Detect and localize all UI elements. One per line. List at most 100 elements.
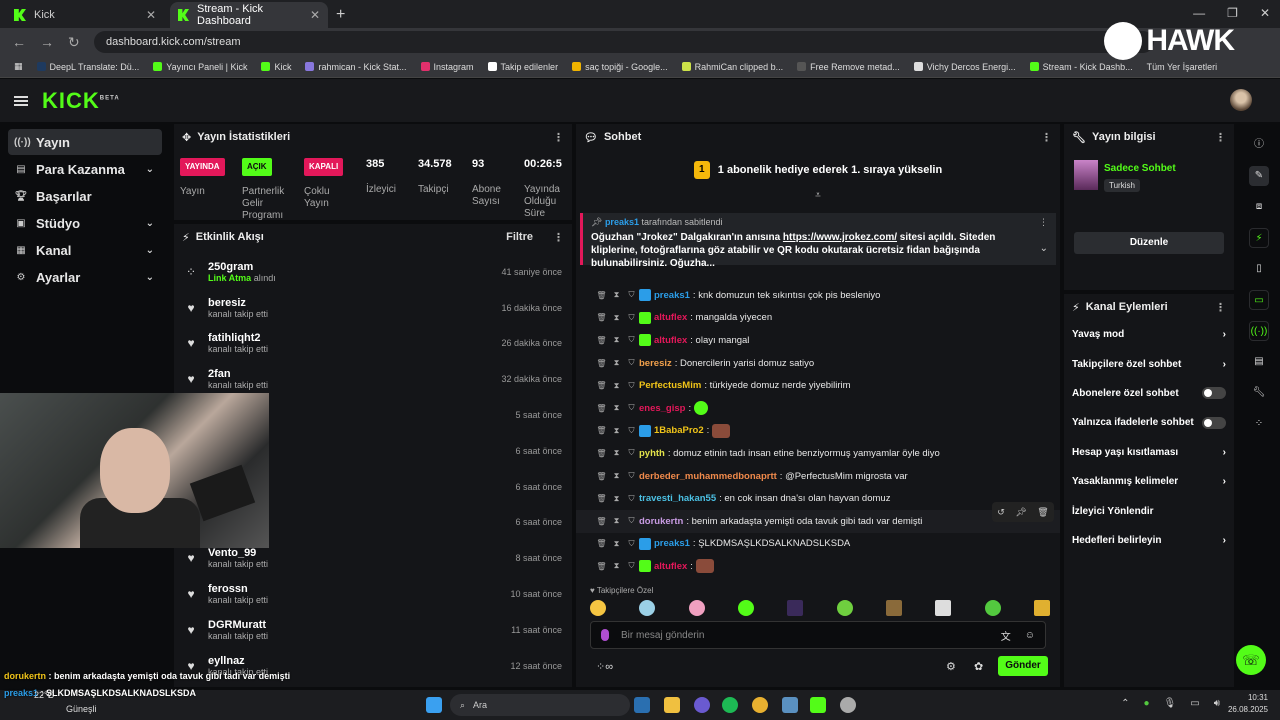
delete-icon[interactable]: 🗑︎ bbox=[594, 313, 609, 322]
bookmark[interactable]: Instagram bbox=[420, 62, 474, 72]
ban-icon[interactable]: ⛉ bbox=[624, 335, 639, 345]
ban-icon[interactable]: ⛉ bbox=[624, 290, 639, 300]
share-icon[interactable]: ⁘ bbox=[1249, 414, 1269, 434]
status-icon[interactable]: ● bbox=[1143, 698, 1149, 709]
action-account-age[interactable]: Hesap yaşı kısıtlaması › bbox=[1064, 438, 1234, 467]
emote-button[interactable] bbox=[885, 600, 902, 616]
ban-icon[interactable]: ⛉ bbox=[624, 313, 639, 323]
chat-icon[interactable]: ▭ bbox=[1249, 290, 1269, 310]
channel-points-icon[interactable]: ⁘∞ bbox=[596, 661, 613, 673]
timeout-icon[interactable]: ⧗ bbox=[609, 290, 624, 300]
spotify-icon[interactable] bbox=[722, 697, 738, 713]
browser-tab-dashboard[interactable]: Stream - Kick Dashboard ✕ bbox=[170, 2, 328, 28]
forward-icon[interactable]: → bbox=[40, 34, 56, 50]
emote-button[interactable] bbox=[590, 600, 606, 616]
bookmark[interactable]: saç topiği - Google... bbox=[572, 62, 668, 72]
microphone-icon[interactable]: 🎙︎ bbox=[1164, 698, 1177, 709]
ban-icon[interactable]: ⛉ bbox=[624, 516, 639, 526]
pinned-by-user[interactable]: preaks1 bbox=[605, 217, 639, 227]
new-tab-icon[interactable]: + bbox=[336, 2, 345, 28]
info-icon[interactable]: ⓘ bbox=[1249, 135, 1269, 155]
network-icon[interactable]: ▭ bbox=[1190, 698, 1199, 709]
more-options-icon[interactable]: ⋮ bbox=[1039, 217, 1048, 228]
app-icon[interactable] bbox=[782, 697, 798, 713]
kick-logo[interactable]: KICKBETA bbox=[42, 88, 120, 114]
taskbar-search[interactable]: ⌕ Ara bbox=[450, 694, 630, 716]
chat-username[interactable]: beresiz bbox=[639, 358, 672, 369]
broadcast-icon[interactable]: ((·)) bbox=[1249, 321, 1269, 341]
chat-username[interactable]: altuflex bbox=[654, 561, 687, 572]
document-icon[interactable]: ▯ bbox=[1249, 259, 1269, 279]
bookmark[interactable]: Stream - Kick Dashb... bbox=[1029, 62, 1133, 72]
ban-icon[interactable]: ⛉ bbox=[624, 381, 639, 391]
chat-username[interactable]: dorukertn bbox=[639, 516, 683, 527]
delete-icon[interactable]: 🗑︎ bbox=[594, 426, 609, 435]
chat-message[interactable]: 🗑︎ ⧗ ⛉ pyhth: domuz etinin tadı insan etine… bbox=[576, 442, 1060, 465]
wrench-icon[interactable]: 🔧︎ bbox=[1249, 383, 1269, 403]
delete-icon[interactable]: 🗑︎ bbox=[594, 404, 609, 413]
emote-button[interactable] bbox=[984, 600, 1001, 616]
delete-icon[interactable]: 🗑︎ bbox=[594, 381, 609, 390]
more-options-icon[interactable]: ⋮ bbox=[553, 131, 564, 144]
more-options-icon[interactable]: ⋮ bbox=[1041, 131, 1052, 144]
pinned-message[interactable]: 📌︎ preaks1 tarafından sabitlendi ⋮ Oğuzha… bbox=[580, 213, 1056, 269]
window-close-icon[interactable]: ✕ bbox=[1260, 6, 1270, 20]
emote-button[interactable] bbox=[787, 600, 804, 616]
chat-username[interactable]: preaks1 bbox=[654, 538, 690, 549]
chat-username[interactable]: preaks1 bbox=[654, 290, 690, 301]
lightning-icon[interactable]: ⚡ bbox=[1249, 228, 1269, 248]
ban-icon[interactable]: ⛉ bbox=[624, 494, 639, 504]
discord-icon[interactable] bbox=[694, 697, 710, 713]
sidebar-item-basarilar[interactable]: 🏆︎ Başarılar bbox=[8, 183, 162, 209]
ban-icon[interactable]: ⛉ bbox=[624, 426, 639, 436]
browser-tab-kick[interactable]: Kick ✕ bbox=[6, 2, 164, 28]
chat-message[interactable]: 🗑︎ ⧗ ⛉ dorukertn: benim arkadaşta yemişti o… bbox=[576, 509, 1060, 533]
sidebar-item-yayin[interactable]: ((·)) Yayın bbox=[8, 129, 162, 155]
timeout-icon[interactable]: ⧗ bbox=[609, 561, 624, 571]
sidebar-item-ayarlar[interactable]: ⚙ Ayarlar ⌄ bbox=[8, 264, 162, 290]
delete-icon[interactable]: 🗑︎ bbox=[594, 494, 609, 503]
chat-message[interactable]: 🗑︎ ⧗ ⛉ enes_gisp: bbox=[576, 397, 1060, 420]
bookmark[interactable]: Kick bbox=[261, 62, 291, 72]
back-icon[interactable]: ← bbox=[12, 34, 28, 50]
edit-button[interactable]: Düzenle bbox=[1074, 232, 1224, 254]
chat-message[interactable]: 🗑︎ ⧗ ⛉ preaks1: ŞLKDMSAŞLKDSALKNADSLKSDA bbox=[576, 533, 1060, 556]
subscribers-only-toggle[interactable] bbox=[1202, 387, 1226, 400]
app-icon[interactable] bbox=[810, 697, 826, 713]
close-icon[interactable]: ✕ bbox=[146, 8, 156, 22]
send-button[interactable]: Gönder bbox=[998, 656, 1048, 676]
action-followers-only[interactable]: Takipçilere özel sohbet › bbox=[1064, 349, 1234, 378]
chat-message[interactable]: 🗑︎ ⧗ ⛉ altuflex: bbox=[576, 555, 1060, 578]
translate-icon[interactable]: 文 bbox=[1001, 628, 1011, 643]
timeout-icon[interactable]: ⧗ bbox=[609, 426, 624, 436]
emoji-icon[interactable]: ☺ bbox=[1025, 630, 1035, 641]
clock[interactable]: 10:31 26.08.2025 bbox=[1228, 692, 1268, 716]
timeout-icon[interactable]: ⧗ bbox=[609, 335, 624, 345]
edit-icon[interactable]: ✎ bbox=[1249, 166, 1269, 186]
drag-handle-icon[interactable]: ✥ bbox=[182, 131, 191, 144]
microphone-icon[interactable] bbox=[601, 629, 609, 641]
ban-icon[interactable]: ⛉ bbox=[624, 539, 639, 549]
chat-message[interactable]: 🗑︎ ⧗ ⛉ travesti_hakan55: en cok insan dna's… bbox=[576, 487, 1060, 510]
action-goals[interactable]: Hedefleri belirleyin › bbox=[1064, 526, 1234, 555]
gift-icon[interactable]: ✿ bbox=[974, 660, 983, 673]
bookmark[interactable]: DeepL Translate: Dü... bbox=[36, 62, 139, 72]
chevron-up-icon[interactable]: ⌃ bbox=[1121, 698, 1129, 709]
timeout-icon[interactable]: ⧗ bbox=[609, 516, 624, 526]
apps-icon[interactable]: ▦ bbox=[14, 61, 23, 72]
folder-icon[interactable] bbox=[664, 697, 680, 713]
bookmark[interactable]: Takip edilenler bbox=[487, 62, 558, 72]
chat-message[interactable]: 🗑︎ ⧗ ⛉ altuflex: mangalda yiyecen bbox=[576, 307, 1060, 330]
minimize-icon[interactable]: — bbox=[1193, 6, 1205, 20]
ban-icon[interactable]: ⛉ bbox=[624, 358, 639, 368]
delete-icon[interactable]: 🗑︎ bbox=[594, 517, 609, 526]
emote-button[interactable] bbox=[935, 600, 952, 616]
emote-button[interactable] bbox=[688, 600, 705, 616]
reload-icon[interactable]: ↻ bbox=[68, 34, 84, 51]
delete-icon[interactable]: 🗑︎ bbox=[594, 539, 609, 548]
timeout-icon[interactable]: ⧗ bbox=[609, 381, 624, 391]
windows-start-icon[interactable] bbox=[426, 697, 442, 713]
emote-button[interactable] bbox=[737, 600, 754, 616]
chat-message[interactable]: 🗑︎ ⧗ ⛉ 1BabaPro2: bbox=[576, 420, 1060, 443]
emote-button[interactable] bbox=[836, 600, 853, 616]
